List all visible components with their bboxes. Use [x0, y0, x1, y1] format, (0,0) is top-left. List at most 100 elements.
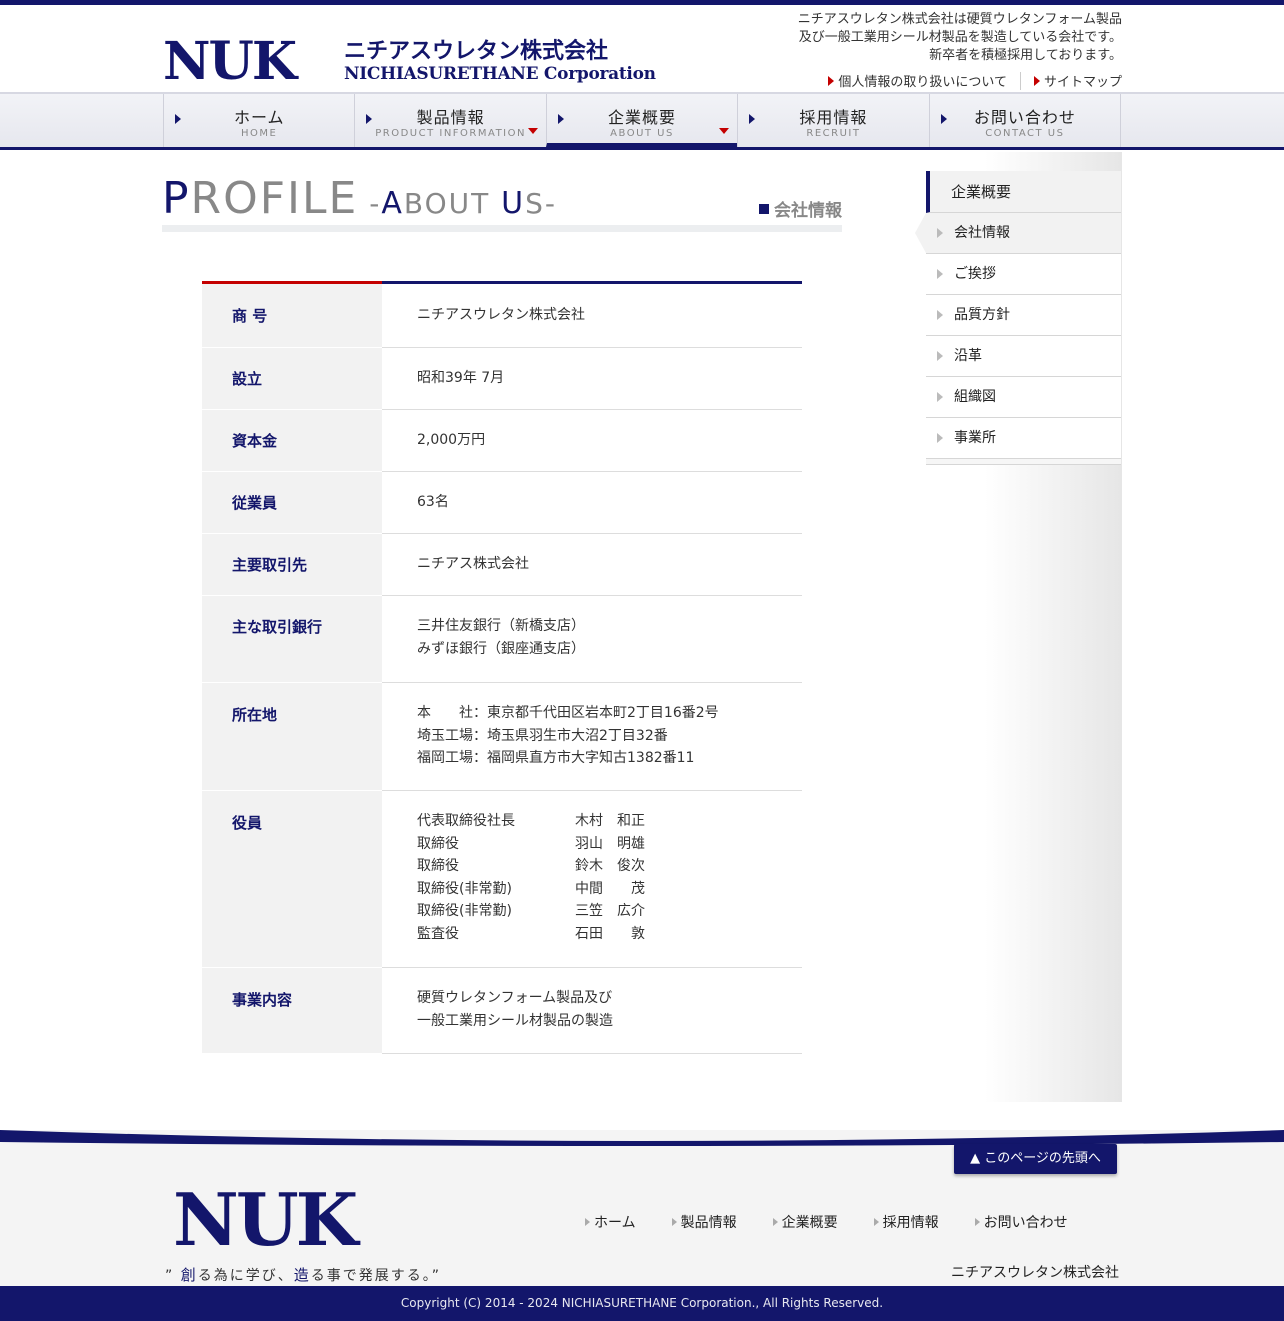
sidebar-item-label: ご挨拶 — [954, 266, 996, 282]
table-row: 商 号 ニチアスウレタン株式会社 — [202, 281, 802, 348]
arrow-right-icon — [937, 310, 943, 320]
arrow-right-icon — [940, 114, 947, 124]
page-title-jp-label: 会社情報 — [774, 201, 842, 221]
table-row: 主要取引先 ニチアス株式会社 — [202, 533, 802, 596]
page-title-japanese: 会社情報 — [759, 196, 842, 221]
arrow-right-icon — [937, 351, 943, 361]
top-accent-bar — [0, 0, 1284, 5]
table-row: 役員 代表取締役社長 木村 和正 取締役 羽山 明雄 取締役 鈴木 俊次 取締役(非常… — [202, 790, 802, 968]
nav-item-products[interactable]: 製品情報 PRODUCT INFORMATION — [354, 94, 545, 147]
sidebar-item-quality-policy[interactable]: 品質方針 — [926, 295, 1121, 336]
nav-sublabel: RECRUIT — [806, 128, 861, 139]
row-label: 主要取引先 — [202, 533, 382, 596]
arrow-right-icon — [671, 1218, 677, 1226]
arrow-right-icon — [937, 433, 943, 443]
row-value: 昭和39年 7月 — [417, 370, 505, 386]
arrow-right-icon — [585, 1218, 590, 1226]
page-title: PROFILE -ABOUT US- 会社情報 — [162, 176, 842, 232]
sidebar-item-offices[interactable]: 事業所 — [926, 418, 1121, 459]
row-label: 事業内容 — [202, 967, 382, 1054]
dropdown-icon — [527, 128, 538, 134]
footer-logo[interactable]: NUK — [173, 1184, 358, 1256]
footer-link-about[interactable]: 企業概要 — [772, 1212, 838, 1232]
arrow-right-icon — [557, 114, 564, 124]
table-row: 主な取引銀行 三井住友銀行（新橋支店） みずほ銀行（銀座通支店） — [202, 595, 802, 683]
footer-link-contact[interactable]: お問い合わせ — [974, 1212, 1068, 1232]
row-label: 従業員 — [202, 471, 382, 534]
copyright-bar: Copyright (C) 2014 - 2024 NICHIASURETHAN… — [0, 1286, 1284, 1321]
nav-label: お問い合わせ — [973, 108, 1076, 127]
row-value: 2,000万円 — [417, 432, 486, 448]
sidebar-item-greeting[interactable]: ご挨拶 — [926, 254, 1121, 295]
footer-link-home[interactable]: ホーム — [585, 1212, 636, 1232]
arrow-right-icon — [937, 392, 943, 402]
sitemap-link-label: サイトマップ — [1043, 75, 1122, 90]
tagline-line: ニチアスウレタン株式会社は硬質ウレタンフォーム製品 — [797, 12, 1122, 27]
row-label: 主な取引銀行 — [202, 595, 382, 683]
sidebar-item-company-info[interactable]: 会社情報 — [915, 213, 1121, 254]
arrow-right-icon — [175, 114, 181, 124]
nav-item-home[interactable]: ホーム HOME — [163, 94, 354, 147]
row-value: 63名 — [417, 494, 449, 510]
table-row: 従業員 63名 — [202, 471, 802, 534]
sidebar-nav: 企業概要 会社情報 ご挨拶 品質方針 沿革 組織図 事業所 — [915, 171, 1121, 465]
company-profile-table: 商 号 ニチアスウレタン株式会社 設立 昭和39年 7月 資本金 2,000万円… — [202, 281, 802, 1054]
row-value: 硬質ウレタンフォーム製品及び 一般工業用シール材製品の製造 — [417, 990, 613, 1029]
logo-japanese-name: ニチアスウレタン株式会社 — [344, 38, 609, 64]
row-value: 本 社：東京都千代田区岩本町2丁目16番2号 埼玉工場：埼玉県羽生市大沼2丁目3… — [417, 705, 719, 766]
sitemap-link[interactable]: サイトマップ — [1033, 71, 1122, 90]
arrow-right-icon — [974, 1218, 980, 1226]
sidebar-item-label: 組織図 — [954, 389, 996, 405]
page-top-button[interactable]: ▲ このページの先頭へ — [954, 1144, 1117, 1174]
arrow-right-icon — [772, 1218, 778, 1226]
nav-item-about[interactable]: 企業概要 ABOUT US — [545, 94, 738, 147]
nav-sublabel: HOME — [241, 128, 278, 139]
active-pointer-icon — [915, 213, 926, 253]
arrow-right-icon — [937, 228, 943, 238]
nav-label: 採用情報 — [799, 108, 868, 127]
table-row: 資本金 2,000万円 — [202, 409, 802, 472]
sidebar-title: 企業概要 — [926, 171, 1121, 213]
sidebar-item-history[interactable]: 沿革 — [926, 336, 1121, 377]
row-label: 商 号 — [202, 281, 382, 348]
sidebar-end — [926, 459, 1121, 465]
arrow-right-icon — [749, 114, 756, 124]
arrow-right-icon — [937, 269, 943, 279]
row-value: ニチアス株式会社 — [417, 556, 529, 572]
table-row: 所在地 本 社：東京都千代田区岩本町2丁目16番2号 埼玉工場：埼玉県羽生市大沼… — [202, 682, 802, 791]
row-label: 設立 — [202, 347, 382, 410]
logo-mark: NUK — [163, 31, 297, 92]
square-bullet-icon — [759, 203, 769, 214]
nav-label: 製品情報 — [416, 108, 485, 127]
row-value: ニチアスウレタン株式会社 — [382, 281, 802, 348]
footer-company-name: ニチアスウレタン株式会社 — [951, 1265, 1119, 1281]
sidebar-item-label: 会社情報 — [954, 225, 1010, 241]
header-utility-links: 個人情報の取り扱いについて サイトマップ — [828, 71, 1122, 90]
privacy-link-label: 個人情報の取り扱いについて — [838, 75, 1007, 90]
officer-list: 代表取締役社長 木村 和正 取締役 羽山 明雄 取締役 鈴木 俊次 取締役(非常勤) 中… — [417, 813, 645, 942]
nav-label: 企業概要 — [608, 108, 677, 127]
link-divider — [1019, 71, 1021, 90]
row-label: 役員 — [202, 790, 382, 968]
arrow-right-icon — [366, 114, 373, 124]
arrow-right-icon — [873, 1218, 879, 1226]
row-label: 資本金 — [202, 409, 382, 472]
footer-link-recruit[interactable]: 採用情報 — [873, 1212, 939, 1232]
arrow-right-icon — [1033, 75, 1040, 86]
footer-nav: ホーム 製品情報 企業概要 採用情報 お問い合わせ — [585, 1212, 1104, 1232]
sidebar-item-org-chart[interactable]: 組織図 — [926, 377, 1121, 418]
sidebar-item-label: 事業所 — [954, 430, 996, 446]
table-row: 事業内容 硬質ウレタンフォーム製品及び 一般工業用シール材製品の製造 — [202, 967, 802, 1054]
nav-sublabel: ABOUT US — [610, 128, 674, 139]
logo-english-name: NICHIASURETHANE Corporation — [344, 64, 656, 84]
company-logo[interactable]: NUK ニチアスウレタン株式会社 NICHIASURETHANE Corpora… — [163, 36, 683, 88]
dropdown-icon — [719, 128, 730, 134]
tagline-line: 及び一般工業用シール材製品を製造している会社です。 — [798, 30, 1122, 45]
nav-item-contact[interactable]: お問い合わせ CONTACT US — [928, 94, 1122, 147]
privacy-link[interactable]: 個人情報の取り扱いについて — [828, 71, 1007, 90]
footer-link-products[interactable]: 製品情報 — [671, 1212, 737, 1232]
global-nav: ホーム HOME 製品情報 PRODUCT INFORMATION 企業概要 A… — [0, 92, 1284, 150]
tagline-line: 新卒者を積極採用しております。 — [929, 48, 1122, 63]
nav-item-recruit[interactable]: 採用情報 RECRUIT — [737, 94, 928, 147]
row-value: 三井住友銀行（新橋支店） みずほ銀行（銀座通支店） — [417, 618, 585, 657]
